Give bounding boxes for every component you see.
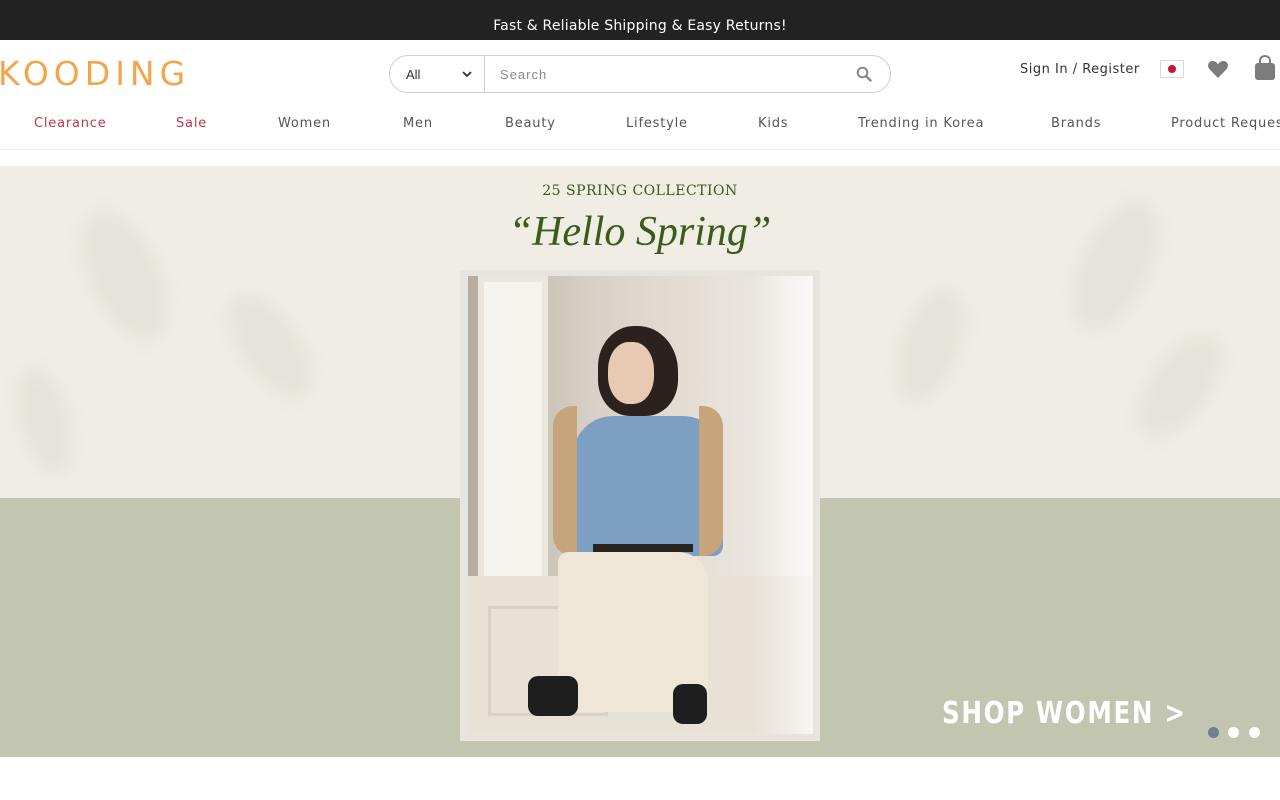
model-photo xyxy=(468,276,813,734)
shop-women-link[interactable]: SHOP WOMEN > xyxy=(942,696,1187,731)
japan-flag-icon[interactable] xyxy=(1160,60,1184,78)
model-shoe xyxy=(673,684,707,724)
model-shoe xyxy=(528,676,578,716)
chevron-down-icon xyxy=(462,71,472,78)
leaf-shadow xyxy=(6,361,84,481)
kooding-logo[interactable]: KOODING xyxy=(0,54,190,93)
site-header: KOODING All Sign In / Register Clearance… xyxy=(0,40,1280,150)
flag-circle xyxy=(1168,65,1176,73)
leaf-shadow xyxy=(211,279,329,413)
announcement-text: Fast & Reliable Shipping & Easy Returns! xyxy=(493,18,787,34)
nav-item-women[interactable]: Women xyxy=(278,116,331,131)
model-belt xyxy=(593,544,693,552)
search-icon[interactable] xyxy=(856,66,872,82)
carousel-dots xyxy=(1208,727,1268,739)
hero-kicker: 25 SPRING COLLECTION xyxy=(542,183,738,199)
nav-item-men[interactable]: Men xyxy=(403,116,433,131)
search-category-select[interactable]: All xyxy=(390,56,485,92)
nav-item-sale[interactable]: Sale xyxy=(176,116,207,131)
nav-item-product-request[interactable]: Product Reques xyxy=(1171,116,1280,131)
hero-banner[interactable]: 25 SPRING COLLECTION “Hello Spring” SHOP… xyxy=(0,166,1280,757)
carousel-dot-2[interactable] xyxy=(1228,727,1239,738)
shopping-bag-icon[interactable] xyxy=(1254,55,1276,81)
search-bar: All xyxy=(389,55,891,93)
nav-item-lifestyle[interactable]: Lifestyle xyxy=(626,116,688,131)
nav-item-beauty[interactable]: Beauty xyxy=(505,116,556,131)
heart-icon[interactable] xyxy=(1207,58,1229,80)
announcement-bar: Fast & Reliable Shipping & Easy Returns! xyxy=(0,0,1280,40)
search-input[interactable] xyxy=(486,57,841,91)
nav-item-clearance[interactable]: Clearance xyxy=(34,116,107,131)
leaf-shadow xyxy=(881,279,979,413)
model-face xyxy=(608,342,654,404)
nav-item-brands[interactable]: Brands xyxy=(1051,116,1101,131)
main-nav: Clearance Sale Women Men Beauty Lifestyl… xyxy=(0,114,1280,134)
sign-in-register-link[interactable]: Sign In / Register xyxy=(1020,62,1140,77)
model-knit-sweater xyxy=(553,406,723,556)
search-category-value: All xyxy=(406,67,421,82)
nav-item-kids[interactable]: Kids xyxy=(758,116,788,131)
hero-photo-frame xyxy=(460,270,820,741)
curtain xyxy=(753,276,813,734)
carousel-dot-1[interactable] xyxy=(1208,727,1219,738)
hero-title: “Hello Spring” xyxy=(508,209,772,255)
nav-item-trending-in-korea[interactable]: Trending in Korea xyxy=(858,116,984,131)
carousel-dot-3[interactable] xyxy=(1249,727,1260,738)
leaf-shadow xyxy=(1121,319,1239,453)
